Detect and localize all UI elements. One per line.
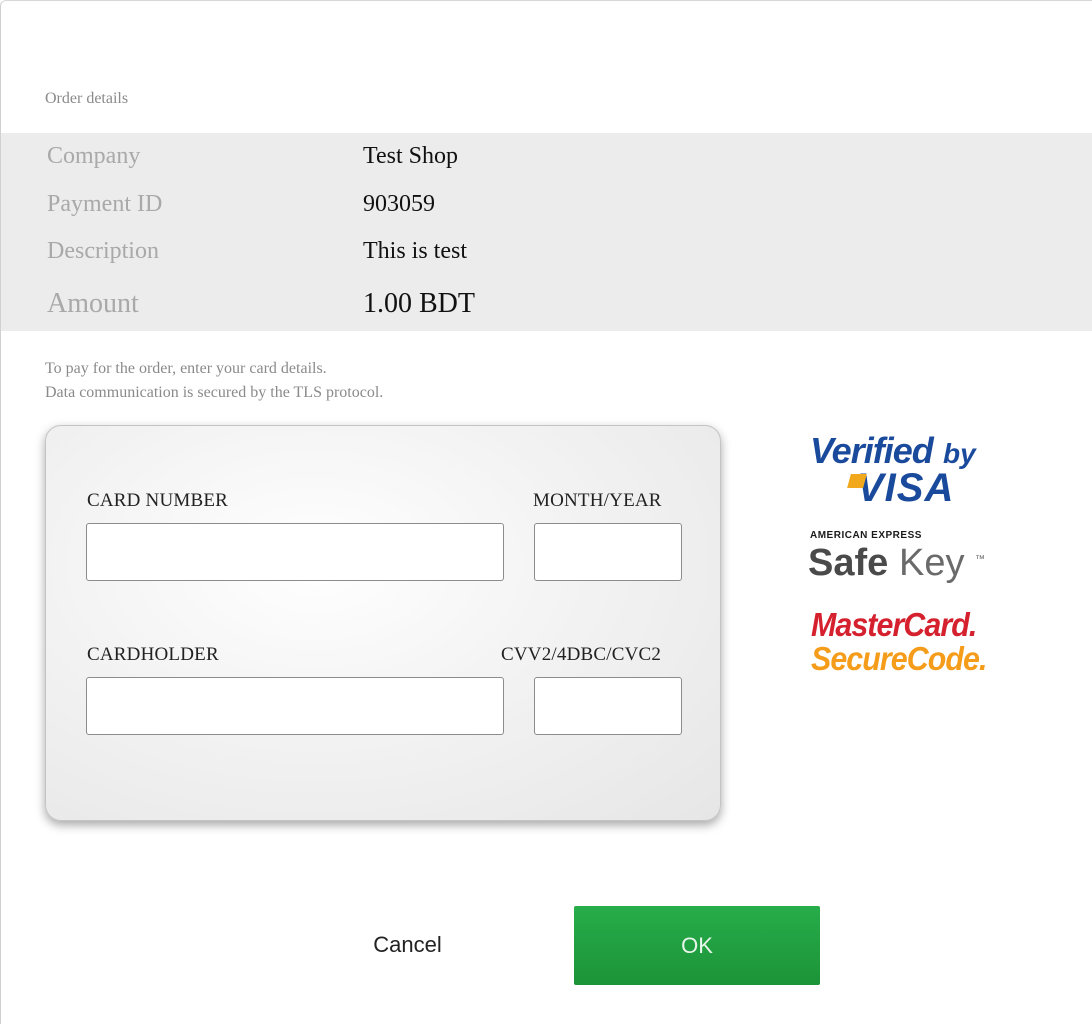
card-number-label: CARD NUMBER xyxy=(87,490,229,511)
amex-tm-text: ™ xyxy=(975,554,985,565)
payment-id-label: Payment ID xyxy=(47,191,163,217)
card-number-input[interactable] xyxy=(86,523,504,581)
cardholder-label: CARDHOLDER xyxy=(87,644,219,665)
security-logos: Verified by VISA AMERICAN EXPRESS Safe K… xyxy=(805,430,1005,690)
company-label: Company xyxy=(47,143,141,169)
cvv-input[interactable] xyxy=(534,677,682,735)
amount-label: Amount xyxy=(47,288,139,319)
notice-line-tls: Data communication is secured by the TLS… xyxy=(45,384,384,401)
cardholder-input[interactable] xyxy=(86,677,504,735)
cancel-button[interactable]: Cancel xyxy=(330,905,485,985)
mastercard-text: MasterCard. xyxy=(811,606,977,643)
cvv-label: CVV2/4DBC/CVC2 xyxy=(501,644,662,665)
payment-id-value: 903059 xyxy=(363,191,435,217)
amex-key-text: Key xyxy=(899,542,965,584)
description-label: Description xyxy=(47,238,159,264)
order-details-panel xyxy=(1,133,1092,331)
payment-notice: To pay for the order, enter your card de… xyxy=(45,357,383,405)
amount-value: 1.00 BDT xyxy=(363,288,475,319)
month-year-input[interactable] xyxy=(534,523,682,581)
card-form: CARD NUMBER MONTH/YEAR CARDHOLDER CVV2/4… xyxy=(45,425,721,821)
securecode-text: SecureCode. xyxy=(811,640,987,677)
month-year-label: MONTH/YEAR xyxy=(533,490,662,511)
description-value: This is test xyxy=(363,238,468,264)
notice-line-card-details: To pay for the order, enter your card de… xyxy=(45,360,327,377)
company-value: Test Shop xyxy=(363,143,458,169)
ok-button[interactable]: OK xyxy=(574,906,820,985)
order-details-title: Order details xyxy=(45,90,129,107)
visa-text: VISA xyxy=(857,466,955,510)
amex-small-text: AMERICAN EXPRESS xyxy=(810,530,922,541)
amex-safe-text: Safe xyxy=(808,542,889,584)
